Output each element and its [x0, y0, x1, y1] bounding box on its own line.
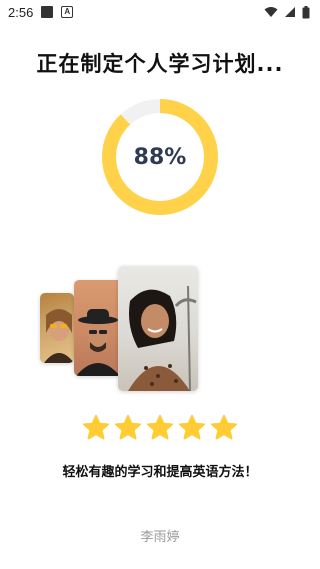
star-icon	[114, 414, 142, 440]
progress-percent: 88%	[133, 144, 187, 170]
cellular-signal-icon	[285, 7, 295, 17]
notification-square-icon	[41, 6, 54, 18]
status-time: 2:56	[8, 4, 34, 20]
portrait-photo-hat	[74, 280, 122, 376]
portrait-photo-sunglasses	[40, 293, 74, 363]
portrait-photo-curly-hair	[118, 266, 198, 391]
star-icon	[146, 414, 174, 440]
star-icon	[210, 414, 238, 440]
user-name: 李雨婷	[140, 530, 180, 545]
page-title: 正在制定个人学习计划...	[36, 52, 284, 76]
tagline: 轻松有趣的学习和提高英语方法！	[62, 465, 258, 480]
star-icon	[82, 414, 110, 440]
status-bar-right	[264, 5, 310, 19]
a-box-icon: A	[61, 6, 74, 18]
rating-stars	[0, 414, 320, 442]
battery-icon	[302, 5, 310, 18]
status-bar: 2:56 A	[0, 0, 320, 24]
star-icon	[178, 414, 206, 440]
wifi-icon	[264, 7, 278, 17]
status-bar-left: 2:56 A	[8, 4, 74, 20]
